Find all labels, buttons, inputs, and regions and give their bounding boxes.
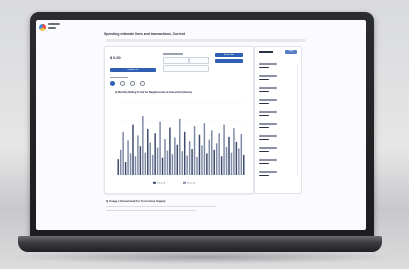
billing-bar-chart: Series A Series B — [117, 102, 245, 185]
chart-bar — [243, 154, 245, 175]
main-card: · · · · · $ 0.00 Update now Export data … — [104, 46, 254, 194]
chart-bar — [134, 156, 137, 175]
chart-bar — [198, 134, 201, 175]
chart-bar — [191, 149, 193, 175]
chart-bar — [228, 136, 230, 175]
apply-button[interactable]: Apply — [285, 50, 297, 54]
chart-bar — [193, 126, 196, 175]
chart-bar — [220, 156, 223, 175]
legend-swatch — [153, 181, 156, 184]
chart-bar — [238, 148, 240, 175]
panel-item[interactable] — [259, 147, 291, 153]
option-label — [110, 77, 128, 79]
filter-panel: Apply — [254, 46, 302, 194]
chart-bar — [151, 154, 154, 175]
chart-bar — [119, 149, 122, 175]
chart-bar — [164, 139, 166, 175]
chart-bar — [176, 144, 179, 175]
chart-bar — [166, 150, 169, 175]
app-brand — [48, 23, 70, 33]
option-radio-4[interactable] — [140, 81, 145, 86]
export-button-2[interactable] — [215, 59, 243, 63]
chart-bar — [201, 145, 203, 175]
chart-bar — [137, 135, 139, 175]
panel-item[interactable] — [259, 135, 291, 141]
chart-bar — [215, 143, 218, 175]
laptop-shadow — [6, 250, 398, 264]
chart-bar — [208, 139, 211, 175]
panel-scrollbar[interactable] — [297, 65, 299, 175]
chart-bar — [122, 131, 124, 175]
category-select[interactable] — [163, 65, 209, 72]
header-bar — [106, 39, 306, 42]
panel-item[interactable] — [259, 123, 291, 129]
export-button[interactable]: Export data — [215, 53, 243, 57]
chart-bar — [139, 146, 142, 175]
laptop-screen: Spending estimate lines and transactions… — [36, 20, 366, 230]
chart-bar — [149, 142, 151, 175]
legend-label: Series B — [187, 182, 196, 185]
chart-bar — [117, 159, 119, 175]
chart-bar — [129, 153, 132, 175]
chart-bar — [230, 152, 233, 175]
date-to-field[interactable] — [189, 57, 209, 64]
chart-bar — [142, 115, 144, 175]
balance-label: · · · · · — [110, 53, 117, 55]
chart-bar — [218, 133, 220, 175]
app-logo-icon — [39, 24, 46, 31]
chart-bar — [147, 128, 149, 175]
chart-title: Q Monthly Billing Trend for Neighbourhoo… — [115, 91, 193, 94]
chart-bar — [161, 157, 164, 175]
balance-value: $ 0.00 — [110, 56, 121, 60]
chart-bar — [183, 131, 186, 175]
legend-swatch — [183, 181, 186, 184]
panel-item[interactable] — [259, 99, 291, 105]
chart-bar — [169, 127, 171, 175]
chart-bar — [223, 124, 225, 175]
chart-bar — [206, 153, 208, 175]
legend-label: Series A — [157, 182, 166, 185]
text-line — [106, 206, 216, 208]
chart-bar — [186, 155, 188, 175]
panel-item[interactable] — [259, 159, 291, 165]
chart-bar — [174, 137, 176, 175]
chart-bar — [188, 141, 191, 175]
option-radio-2[interactable] — [120, 81, 125, 86]
page-title: Spending estimate lines and transactions… — [104, 32, 186, 36]
chart-bar — [159, 121, 161, 175]
chart-bar — [196, 157, 198, 175]
chart-bar — [156, 147, 159, 175]
chart-bar — [225, 146, 228, 175]
panel-item[interactable] — [259, 171, 291, 177]
chart-bar — [127, 140, 129, 175]
chart-bar — [233, 128, 235, 175]
option-radio-1[interactable] — [110, 81, 115, 86]
panel-item[interactable] — [259, 111, 291, 117]
panel-item[interactable] — [259, 75, 291, 81]
chart-bar — [235, 141, 238, 175]
panel-item[interactable] — [259, 63, 291, 69]
option-radio-3[interactable] — [130, 81, 135, 86]
chart-bar — [213, 149, 215, 175]
chart-bar — [181, 151, 183, 175]
chart-bar — [203, 123, 206, 175]
chart-bar — [179, 118, 181, 175]
update-button[interactable]: Update now — [110, 68, 156, 72]
chart-bar — [171, 154, 174, 175]
panel-title — [259, 51, 273, 53]
date-from-field[interactable] — [163, 57, 189, 64]
chart-bar — [144, 152, 147, 175]
panel-item[interactable] — [259, 87, 291, 93]
chart-bar — [132, 124, 134, 175]
section-heading: Q Usage | Occasional/ for Your Home Supp… — [106, 199, 166, 203]
chart-bar — [154, 133, 156, 175]
chart-bar — [240, 133, 243, 175]
chart-bar — [124, 162, 127, 175]
text-line — [106, 210, 196, 212]
chart-bar — [211, 130, 213, 175]
filter-label — [163, 53, 183, 55]
